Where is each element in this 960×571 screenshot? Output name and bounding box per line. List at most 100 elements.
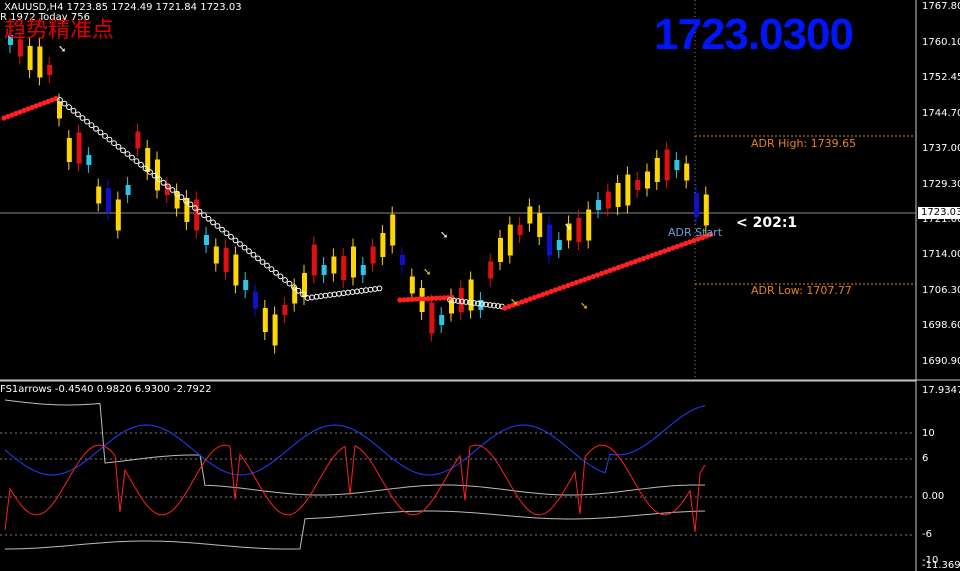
candle-body: [243, 280, 249, 290]
candle-body: [282, 305, 288, 315]
candle-body: [66, 138, 72, 162]
candle-body: [125, 185, 131, 195]
candle-body: [537, 213, 543, 237]
indicator-tick: -11.3698: [922, 560, 960, 571]
trail-dot: [79, 115, 86, 121]
trail-dot: [178, 194, 185, 201]
trail-dot: [115, 143, 122, 150]
candle-body: [341, 256, 347, 280]
trail-dot: [228, 233, 234, 240]
price-tick: 1760.10: [922, 37, 960, 48]
price-tick: 1690.90: [922, 356, 960, 367]
candle-body: [576, 218, 582, 242]
trail-dot: [66, 104, 72, 111]
candle-body: [645, 171, 650, 189]
candle-body: [409, 276, 415, 294]
candle-body: [556, 240, 562, 250]
price-tick: 1767.80: [922, 1, 960, 12]
trail-dot: [268, 266, 275, 273]
candle-body: [390, 214, 396, 246]
candle-body: [302, 273, 307, 297]
indicator-tick: 10: [922, 428, 935, 439]
candle-body: [684, 163, 690, 181]
indicator-signal-line: [4, 405, 706, 476]
trail-dot: [214, 223, 221, 229]
trail-dot: [219, 226, 225, 233]
candle-body: [674, 160, 680, 170]
trail-dot: [93, 125, 99, 132]
trail-dot: [106, 136, 113, 143]
adr-low-label: ADR Low: 1707.77: [751, 284, 852, 297]
candle-body: [380, 233, 386, 257]
indicator-tick: -6: [922, 529, 932, 540]
signal-arrow-icon: ➘: [58, 44, 66, 55]
trail-dot: [286, 280, 293, 287]
candle-body: [400, 255, 405, 265]
candle-body: [253, 291, 258, 309]
trail-dot: [133, 158, 140, 165]
candle-body: [586, 209, 592, 241]
candle-body: [507, 224, 513, 256]
trail-dot: [61, 100, 68, 107]
candle-body: [272, 314, 278, 346]
signal-arrow-icon: ➘: [510, 297, 518, 308]
trail-dot: [246, 248, 252, 255]
candle-body: [155, 159, 160, 191]
trail-dot: [124, 151, 131, 157]
candle-body: [439, 315, 445, 325]
trail-dot: [223, 230, 230, 237]
indicator-tick: 0.00: [922, 491, 945, 502]
price-tick: 1752.45: [922, 72, 960, 83]
indicator-main-line: [4, 444, 706, 533]
candle-body: [321, 265, 327, 275]
indicator-title: 趋势精准点: [4, 18, 115, 43]
trail-dot: [138, 161, 144, 168]
candle-body: [233, 254, 239, 286]
trail-dot: [277, 273, 284, 280]
candle-body: [47, 65, 53, 75]
candle-body: [360, 265, 366, 275]
indicator-tick: 17.9347: [922, 385, 960, 396]
trail-dot: [264, 262, 270, 269]
trail-dot: [84, 118, 90, 125]
trail-dot: [75, 111, 81, 118]
trail-dot: [70, 107, 77, 114]
price-tick: 1744.70: [922, 108, 960, 119]
candle-body: [635, 180, 641, 190]
trail-dot: [169, 187, 176, 193]
indicator-tick: 6: [922, 453, 929, 464]
candle-body: [429, 302, 435, 334]
candle-body: [86, 155, 92, 165]
candle-body: [547, 224, 552, 256]
trail-dot: [88, 122, 95, 129]
candle-body: [37, 46, 43, 78]
candle-body: [664, 149, 670, 181]
candle-body: [605, 191, 611, 209]
candle-body: [351, 246, 356, 278]
candle-body: [488, 261, 494, 279]
candle-body: [213, 246, 219, 264]
trail-dot: [160, 179, 167, 186]
adr-start-label: ADR Start: [668, 226, 723, 239]
adr-ratio-label: < 202:1: [736, 215, 798, 231]
candle-body: [223, 248, 229, 272]
candle-body: [57, 101, 62, 119]
signal-arrow-icon: ➘: [564, 222, 572, 233]
candle-body: [615, 183, 621, 207]
candle-body: [115, 199, 121, 231]
candle-body: [703, 194, 709, 226]
candle-body: [135, 131, 141, 149]
trail-dot: [237, 241, 243, 247]
price-tick: 1729.30: [922, 179, 960, 190]
trail-dot: [97, 129, 104, 136]
current-price-display: 1723.0300: [654, 10, 854, 59]
adr-high-label: ADR High: 1739.65: [751, 137, 857, 150]
indicator-lower-band: [4, 510, 706, 550]
trail-dot: [255, 255, 261, 262]
candle-body: [527, 206, 533, 224]
trail-dot: [205, 215, 212, 222]
current-price-tag: 1723.03: [918, 207, 960, 219]
trail-dot: [232, 237, 239, 244]
signal-arrow-icon: ➘: [580, 301, 588, 312]
candle-body: [654, 158, 660, 182]
